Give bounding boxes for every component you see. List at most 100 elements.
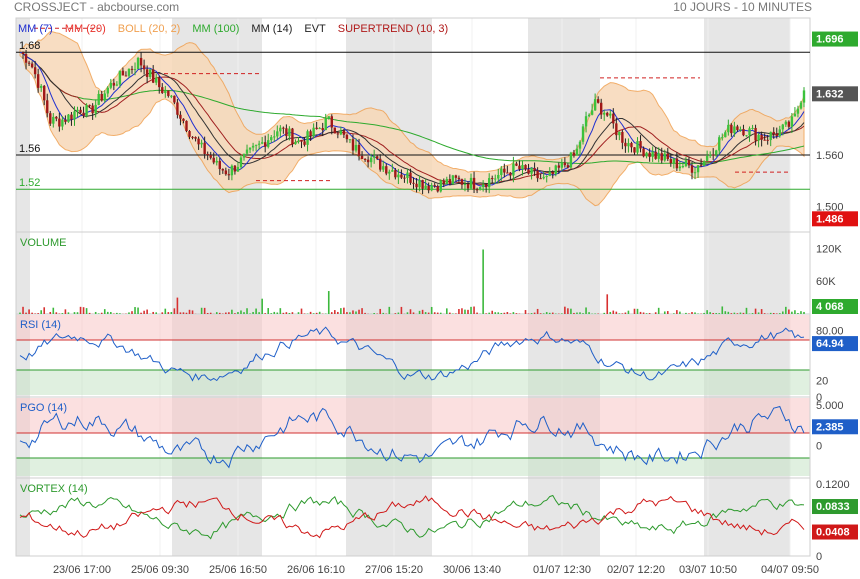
volume-bar [31, 312, 33, 314]
volume-bar [497, 312, 500, 314]
pgo-tick-label: 5.000 [816, 400, 844, 412]
volume-bar [470, 306, 472, 314]
candle-body [766, 139, 769, 141]
volume-bar [648, 313, 651, 314]
candle-body [463, 183, 467, 185]
candle-body [273, 136, 276, 138]
volume-bar [206, 312, 209, 314]
candle-body [245, 149, 249, 154]
volume-bar [615, 311, 618, 314]
candle-body [472, 177, 476, 190]
volume-bar [803, 311, 805, 314]
candle-body [721, 137, 724, 139]
volume-bar [609, 311, 612, 314]
candle-body [487, 178, 491, 188]
candle-body [67, 114, 70, 122]
candle-body [457, 177, 461, 180]
candle-body [690, 165, 694, 173]
candle-body [787, 121, 791, 127]
candle-body [242, 153, 246, 158]
candle-body [439, 180, 442, 192]
volume-bar [606, 294, 609, 314]
candle-body [648, 152, 651, 157]
candle-body [379, 158, 382, 170]
candle-body [43, 85, 46, 101]
volume-bar [482, 249, 484, 314]
volume-bar [585, 307, 587, 314]
candle-body [236, 166, 240, 172]
x-tick-label: 03/07 10:50 [679, 564, 737, 576]
volume-bar [467, 309, 469, 314]
volume-bar [576, 312, 578, 314]
volume-bar [209, 312, 212, 314]
candle-body [260, 142, 264, 144]
candle-body [300, 140, 303, 142]
volume-bar [43, 307, 46, 314]
candle-body [372, 156, 376, 158]
volume-bar [666, 311, 669, 314]
candle-body [248, 147, 252, 150]
candle-body [451, 175, 455, 185]
volume-bar [85, 308, 88, 314]
volume-bar [234, 313, 236, 314]
candle-body [79, 109, 82, 113]
candle-body [100, 93, 103, 101]
candle-body [733, 126, 736, 134]
candle-body [227, 174, 231, 176]
volume-bar [228, 312, 230, 314]
candle-body [730, 124, 733, 134]
candle-body [312, 127, 315, 137]
candle-body [191, 136, 194, 138]
candle-body [542, 176, 545, 179]
volume-bar [742, 312, 745, 314]
candle-body [569, 152, 573, 168]
candle-body [167, 90, 170, 96]
candle-body [491, 178, 494, 180]
volume-bar [61, 313, 64, 314]
candle-body [754, 127, 757, 141]
candle-body [696, 165, 700, 173]
volume-bar [612, 310, 615, 314]
volume-bar [757, 312, 760, 314]
candle-body [382, 166, 385, 170]
candle-body [702, 161, 706, 166]
candle-body [142, 65, 146, 70]
volume-bar [243, 312, 245, 314]
candle-body [675, 158, 679, 169]
volume-bar [645, 313, 648, 314]
candle-body [324, 118, 327, 131]
legend-item: MM (14) [251, 23, 292, 35]
session-band [704, 232, 790, 314]
volume-bar [530, 313, 533, 314]
volume-bar [642, 312, 645, 314]
volume-bar [140, 312, 142, 314]
volume-bar [155, 312, 158, 314]
volume-bar [694, 312, 696, 314]
candle-body [484, 184, 488, 188]
volume-bar [418, 310, 421, 314]
volume-bar [137, 307, 139, 314]
volume-bar [715, 313, 718, 314]
candle-body [257, 143, 261, 145]
candle-body [636, 141, 639, 153]
volume-bar [261, 298, 263, 314]
volume-bar [485, 313, 487, 314]
candle-body [581, 126, 585, 142]
indicator-zone [16, 370, 810, 395]
candle-body [124, 75, 128, 77]
candle-body [530, 168, 533, 174]
volume-bar [182, 312, 185, 314]
candle-body [539, 178, 542, 180]
volume-bar [176, 297, 179, 314]
volume-bar [491, 310, 494, 314]
candle-body [639, 141, 642, 149]
volume-bar [791, 311, 793, 314]
candle-body [751, 127, 754, 129]
session-band [172, 478, 262, 556]
candle-body [445, 179, 449, 184]
candle-body [554, 165, 557, 175]
candle-body [30, 63, 34, 68]
candle-body [494, 178, 497, 180]
candle-body [188, 131, 191, 137]
candle-body [781, 124, 785, 130]
